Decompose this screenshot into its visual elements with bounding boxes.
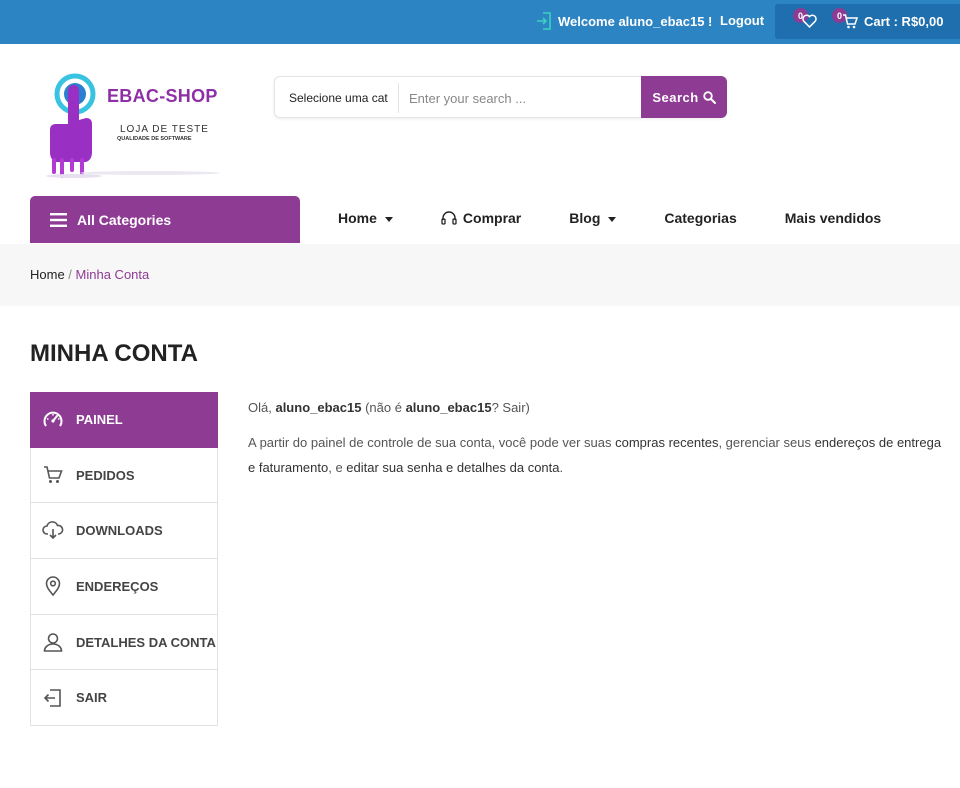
addresses-link[interactable]: endereços de entrega [815,435,941,450]
search-icon [702,90,716,104]
account-nav-enderecos-label: ENDEREÇOS [76,578,159,594]
recent-orders-link[interactable]: compras recentes [615,435,718,450]
account-nav-sair-label: SAIR [76,690,108,706]
brand-tagline: LOJA DE TESTE [120,124,209,135]
account-nav-sair[interactable]: SAIR [30,670,218,727]
nav-mais-vendidos-label: Mais vendidos [784,210,882,226]
location-pin-icon [45,576,61,597]
intro-text-b: , gerenciar seus [718,435,815,450]
login-icon [537,12,551,30]
not-you-suffix: ? [491,400,503,415]
headset-icon [441,210,457,225]
logout-link[interactable]: Logout [720,13,764,28]
account-nav-painel[interactable]: PAINEL [30,392,218,448]
account-nav-detalhes[interactable]: DETALHES DA CONTA [30,614,218,671]
heart-icon[interactable] [802,14,817,28]
main-nav: Home Comprar Blog Categorias Mais vendid… [338,210,929,226]
breadcrumb-bar: Home / Minha Conta [0,244,960,306]
edit-account-link[interactable]: editar sua senha e detalhes da conta [346,460,559,475]
search-button-label: Search [652,89,699,105]
cloud-download-icon [42,520,64,539]
nav-blog[interactable]: Blog [569,210,617,226]
nav-mais-vendidos[interactable]: Mais vendidos [785,210,881,226]
category-select[interactable]: Selecione uma cat [289,91,388,105]
hamburger-menu-icon [50,212,67,227]
breadcrumb-home[interactable]: Home [30,267,65,282]
nav-home-label: Home [338,210,377,226]
dashboard-content: Olá, aluno_ebac15 (não é aluno_ebac15? S… [248,395,960,480]
account-nav-pedidos-label: PEDIDOS [76,467,135,483]
intro-text-a: A partir do painel de controle de sua co… [248,435,616,450]
logo-underline [80,171,220,175]
top-bar: Welcome aluno_ebac15 ! Logout 0 0 Cart :… [0,0,960,44]
brand-subtagline: QUALIDADE DE SOFTWARE [117,136,192,142]
nav-categorias-label: Categorias [664,210,737,226]
greeting: Olá, aluno_ebac15 (não é aluno_ebac15? S… [248,395,960,420]
all-categories-button[interactable]: All Categories [30,196,300,243]
greeting-prefix: Olá, [248,400,276,415]
brand-name: EBAC-SHOP [107,86,218,106]
search-input[interactable] [401,81,639,115]
page-title: MINHA CONTA [30,340,198,367]
logout-icon [43,688,61,707]
hand-pointer-logo-icon [46,73,102,178]
user-icon [43,633,63,652]
nav-blog-label: Blog [569,210,601,226]
account-nav-downloads[interactable]: DOWNLOADS [30,503,218,560]
nav-comprar[interactable]: Comprar [441,210,521,226]
welcome-message: Welcome aluno_ebac15 ! [536,12,712,30]
breadcrumb-separator: / [64,267,76,282]
account-nav-pedidos[interactable]: PEDIDOS [30,447,218,504]
search-form: Selecione uma cat Search [274,76,727,118]
chevron-down-icon [384,216,393,222]
not-you-username: aluno_ebac15 [405,400,492,415]
welcome-text: Welcome aluno_ebac15 ! [558,13,713,29]
greeting-username: aluno_ebac15 [275,400,362,415]
account-nav-downloads-label: DOWNLOADS [76,523,163,539]
dashboard-intro-line-1: A partir do painel de controle de sua co… [248,430,960,455]
dashboard-icon [43,411,63,427]
account-nav-painel-label: PAINEL [76,412,123,428]
account-navigation: PAINEL PEDIDOS DOWNLOADS ENDEREÇOS DETAL… [30,392,218,727]
all-categories-label: All Categories [77,211,172,228]
nav-comprar-label: Comprar [462,210,522,226]
cart-icon[interactable] [842,14,858,29]
mini-cart[interactable]: 0 0 Cart : R$0,00 [775,4,960,39]
cart-total[interactable]: Cart : R$0,00 [864,14,943,29]
account-nav-detalhes-label: DETALHES DA CONTA [76,634,216,650]
greeting-close-paren: ) [525,400,530,415]
chevron-down-icon [608,216,617,222]
intro-text-end: . [559,460,564,475]
billing-link[interactable]: e faturamento [248,460,328,475]
nav-categorias[interactable]: Categorias [664,210,736,226]
intro-text-c: , e [328,460,347,475]
search-button[interactable]: Search [641,76,727,118]
account-nav-enderecos[interactable]: ENDEREÇOS [30,559,218,615]
nav-home[interactable]: Home [338,210,393,226]
breadcrumb: Home / Minha Conta [30,267,149,282]
sair-link[interactable]: Sair [502,400,525,415]
not-you-prefix: (não é [361,400,406,415]
site-logo[interactable]: EBAC-SHOP LOJA DE TESTE QUALIDADE DE SOF… [40,70,230,180]
breadcrumb-current: Minha Conta [75,267,150,282]
dashboard-intro-line-2: e faturamento, e editar sua senha e deta… [248,455,960,480]
cart-icon [44,466,63,484]
search-divider [398,83,399,113]
